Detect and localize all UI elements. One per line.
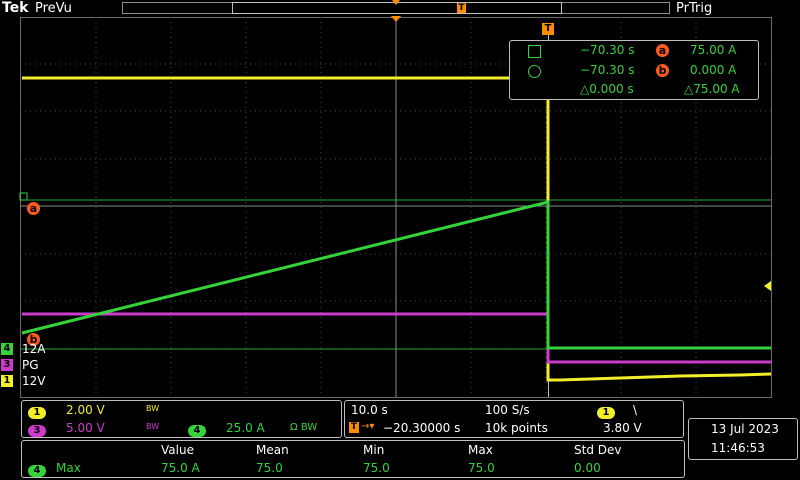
trigger-level[interactable]: 3.80 V <box>603 421 642 435</box>
ch3-badge: 3 <box>28 425 46 437</box>
ch3-marker[interactable]: 3 <box>1 359 13 371</box>
time-label: 11:46:53 <box>711 441 765 455</box>
trigger-source-badge: 1 <box>597 407 615 419</box>
ch1-scale[interactable]: 2.00 V <box>66 403 105 417</box>
cursor-delta-time: △0.000 s <box>580 82 634 96</box>
trigger-offset[interactable]: −20.30000 s <box>383 421 460 435</box>
ch1-badge: 1 <box>28 407 46 419</box>
meas-header-max: Max <box>468 443 493 457</box>
ch4-bw-icon: Ω BW <box>290 422 318 433</box>
date-label: 13 Jul 2023 <box>711 422 779 436</box>
meas-row-max: 75.0 <box>468 461 495 475</box>
measurement-panel[interactable]: Value Mean Min Max Std Dev 4 Max 75.0 A … <box>21 440 685 478</box>
sample-rate: 100 S/s <box>485 403 530 417</box>
ch3-scale[interactable]: 5.00 V <box>66 421 105 435</box>
timebase[interactable]: 10.0 s <box>351 403 388 417</box>
vertical-settings-panel[interactable]: 1 2.00 V BW 3 5.00 V BW 4 25.0 A Ω BW <box>21 400 342 438</box>
cursor-b-badge: b <box>656 64 669 77</box>
ch1-bw-icon: BW <box>146 404 160 413</box>
meas-row-name: Max <box>56 461 81 475</box>
ch1-label: 12V <box>22 374 46 388</box>
meas-header-value: Value <box>161 443 194 457</box>
ch4-label: 12A <box>22 342 46 356</box>
meas-row-min: 75.0 <box>363 461 390 475</box>
oscilloscope-screen: Tek PreVu T PrTrig T a b −70.30 s a 75.0… <box>0 0 800 480</box>
trigger-position-arrow-icon <box>391 16 401 22</box>
meas-header-min: Min <box>363 443 385 457</box>
cursor-a-time: −70.30 s <box>580 43 635 57</box>
ch3-label: PG <box>22 358 39 372</box>
ch4-marker[interactable]: 4 <box>1 343 13 355</box>
meas-row-mean: 75.0 <box>256 461 283 475</box>
cursor-delta-value: △75.00 A <box>684 82 740 96</box>
cursor-a-handle-icon <box>19 192 28 201</box>
meas-row-ch-badge: 4 <box>28 465 46 477</box>
trigger-position-icon: T <box>349 422 359 433</box>
meas-header-stddev: Std Dev <box>574 443 622 457</box>
ch3-bw-icon: BW <box>146 422 160 431</box>
ch4-badge: 4 <box>188 425 206 437</box>
horizontal-settings-panel[interactable]: 10.0 s 100 S/s 1 \ T →▾ −20.30000 s 10k … <box>344 400 684 438</box>
meas-header-mean: Mean <box>256 443 289 457</box>
meas-row-value: 75.0 A <box>161 461 200 475</box>
trigger-slope-icon: \ <box>633 403 638 417</box>
arrow-right-icon: →▾ <box>361 421 375 432</box>
cursor-b-time: −70.30 s <box>580 63 635 77</box>
cursor-readout-panel: −70.30 s a 75.00 A −70.30 s b 0.000 A △0… <box>509 40 759 100</box>
trigger-level-arrow-icon <box>764 281 771 291</box>
cursor-trigger-icon: T <box>542 23 554 35</box>
cursor-b-circle-icon <box>528 65 541 78</box>
ch4-scale[interactable]: 25.0 A <box>226 421 265 435</box>
datetime-panel: 13 Jul 2023 11:46:53 <box>688 418 798 460</box>
record-length: 10k points <box>485 421 548 435</box>
cursor-a-square-icon <box>528 45 541 58</box>
ch1-marker[interactable]: 1 <box>1 375 13 387</box>
cursor-b-value: 0.000 A <box>690 63 737 77</box>
meas-row-stddev: 0.00 <box>574 461 601 475</box>
cursor-a-value: 75.00 A <box>690 43 737 57</box>
cursor-a-badge: a <box>656 44 669 57</box>
cursor-a-label[interactable]: a <box>27 202 40 215</box>
